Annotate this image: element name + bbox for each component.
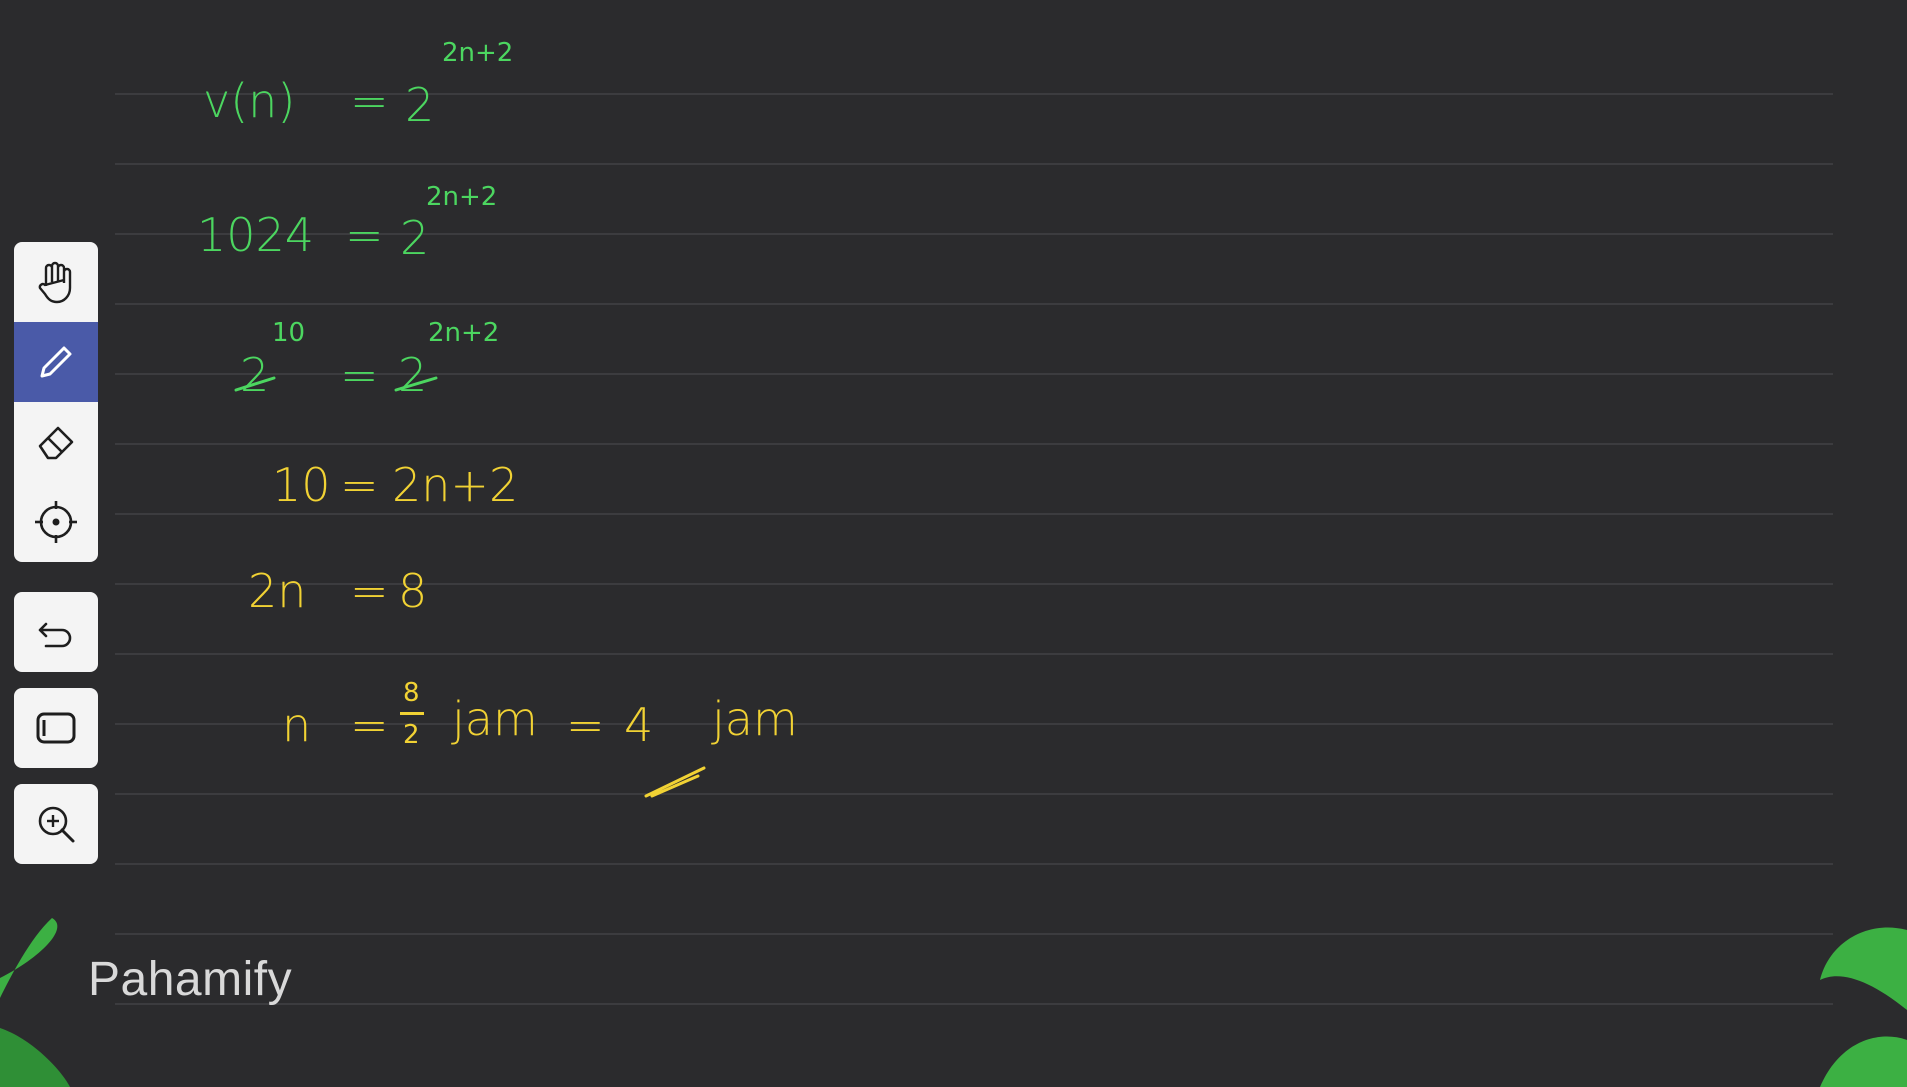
- zoom-in-icon: [38, 806, 75, 843]
- ruled-line: [115, 513, 1833, 515]
- eq4-rhs: 2n+2: [392, 458, 519, 512]
- pen-tool[interactable]: [14, 322, 98, 402]
- laser-pointer-icon: [35, 501, 77, 543]
- ruled-line: [115, 163, 1833, 165]
- leaf-decoration-right: [1820, 927, 1907, 1087]
- eq4-lhs: 10: [272, 458, 331, 512]
- eq2-base: 2: [400, 211, 430, 265]
- eraser-tool[interactable]: [14, 402, 98, 482]
- hand-icon: [38, 261, 72, 304]
- cancel-strokes: [234, 376, 438, 392]
- eq5-lhs: 2n: [248, 564, 307, 618]
- clear-board-button[interactable]: [14, 688, 98, 768]
- clear-icon: [36, 712, 76, 744]
- eq1-lhs: v(n): [203, 74, 296, 128]
- eq4-equals: =: [340, 458, 379, 512]
- laser-pointer-tool[interactable]: [14, 482, 98, 562]
- eq6-result: 4: [624, 698, 654, 752]
- eq2-lhs: 1024: [197, 208, 315, 262]
- eq2-exponent: 2n+2: [426, 182, 498, 212]
- eq5-rhs: 8: [398, 564, 428, 618]
- tool-panel: [14, 242, 98, 562]
- ruled-line: [115, 863, 1833, 865]
- eq1-exponent: 2n+2: [442, 38, 514, 68]
- eq6-fraction-numerator: 8: [403, 678, 420, 708]
- eq3-rhs-exponent: 2n+2: [428, 318, 500, 348]
- zoom-in-button[interactable]: [14, 784, 98, 864]
- undo-icon: [38, 622, 72, 648]
- eq6-fraction-denominator: 2: [403, 720, 420, 750]
- whiteboard-canvas[interactable]: v(n) = 2 2n+2 1024 = 2 2n+2 2 10 = 2 2n+…: [0, 0, 1907, 1087]
- ruled-line: [115, 1003, 1833, 1005]
- ruled-line: [115, 933, 1833, 935]
- eq6-unit-1: jam: [452, 692, 538, 746]
- eq6-fraction-bar: [400, 712, 424, 715]
- answer-mark: [644, 766, 706, 798]
- ruled-line: [115, 793, 1833, 795]
- eq2-equals: =: [345, 208, 384, 262]
- eq6-lhs: n: [282, 698, 312, 752]
- eq3-lhs-exponent: 10: [272, 318, 306, 348]
- eq6-unit-2: jam: [712, 692, 798, 746]
- eq1-base: 2: [405, 78, 435, 132]
- eq5-equals: =: [350, 564, 389, 618]
- eq6-equals: =: [350, 698, 389, 752]
- pahamify-logo: Pahamify: [88, 953, 293, 1006]
- pen-icon: [40, 346, 72, 378]
- eq1-equals: =: [350, 74, 389, 128]
- hand-tool[interactable]: [14, 242, 98, 322]
- eq6-equals-2: =: [566, 698, 605, 752]
- ruled-line: [115, 443, 1833, 445]
- ruled-line: [115, 653, 1833, 655]
- eraser-icon: [38, 426, 74, 460]
- undo-button[interactable]: [14, 592, 98, 672]
- ruled-line: [115, 303, 1833, 305]
